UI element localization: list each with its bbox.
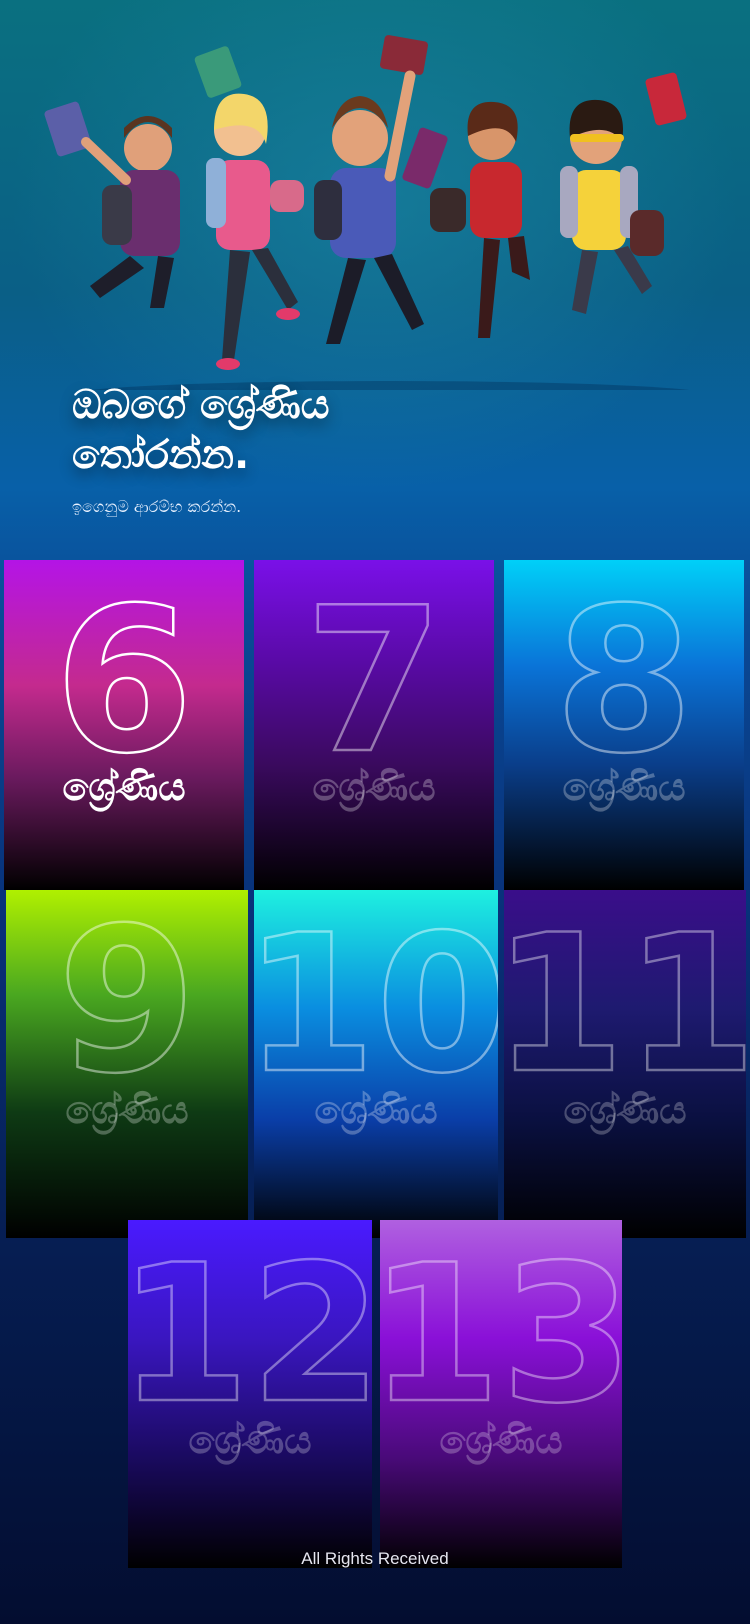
- svg-text:12: 12: [128, 1224, 372, 1420]
- grade-number-12: 12: [128, 1223, 372, 1420]
- footer-text: All Rights Received: [301, 1549, 449, 1568]
- grade-number-7: 7: [303, 564, 445, 760]
- grade-card-11[interactable]: 11 ශ්‍රේණිය: [504, 890, 746, 1238]
- grade-card-8[interactable]: 8 ශ්‍රේණිය: [504, 560, 744, 890]
- grade-label: ශ්‍රේණිය: [312, 765, 436, 809]
- grade-label: ශ්‍රේණිය: [439, 1418, 563, 1462]
- grade-label: ශ්‍රේණිය: [188, 1418, 312, 1462]
- svg-text:9: 9: [57, 890, 196, 1090]
- grade-label: ශ්‍රේණිය: [562, 765, 686, 809]
- grade-card-12[interactable]: 12 ශ්‍රේණිය: [128, 1220, 372, 1568]
- grade-card-7[interactable]: 7 ශ්‍රේණිය: [254, 560, 494, 890]
- svg-text:13: 13: [380, 1224, 622, 1420]
- svg-text:8: 8: [554, 565, 693, 760]
- grade-card-13[interactable]: 13 ශ්‍රේණිය: [380, 1220, 622, 1568]
- grade-grid: 6 ශ්‍රේණිය 7 ශ්‍රේණිය 8 ශ්‍රේණිය 9 ශ්‍රේ…: [0, 0, 750, 1624]
- grade-card-6[interactable]: 6 ශ්‍රේණිය: [4, 560, 244, 890]
- grade-number-13: 13: [380, 1223, 622, 1420]
- grade-card-10[interactable]: 10 ශ්‍රේණිය: [254, 890, 498, 1238]
- grade-number-11: 11: [504, 893, 746, 1090]
- grade-label: ශ්‍රේණිය: [65, 1088, 189, 1132]
- svg-text:11: 11: [504, 894, 746, 1090]
- grade-number-6: 6: [53, 564, 195, 760]
- grade-label: ශ්‍රේණිය: [314, 1088, 438, 1132]
- grade-label: ශ්‍රේණිය: [563, 1088, 687, 1132]
- grade-number-9: 9: [56, 890, 198, 1090]
- svg-text:7: 7: [304, 565, 443, 760]
- svg-text:10: 10: [254, 894, 498, 1090]
- grade-number-10: 10: [254, 893, 498, 1090]
- grade-number-8: 8: [553, 564, 695, 760]
- grade-card-9[interactable]: 9 ශ්‍රේණිය: [6, 890, 248, 1238]
- svg-text:6: 6: [54, 565, 193, 760]
- grade-label: ශ්‍රේණිය: [62, 765, 186, 809]
